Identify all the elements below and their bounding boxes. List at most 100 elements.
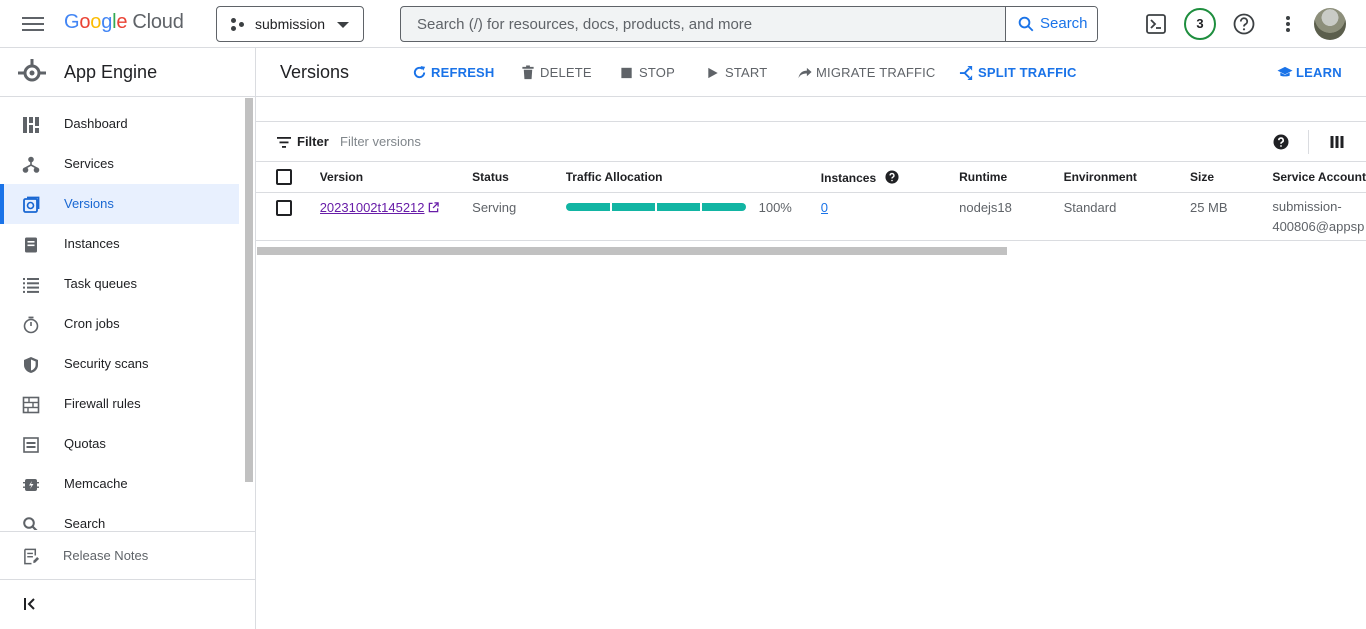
school-icon xyxy=(1277,66,1293,77)
app-engine-icon xyxy=(18,59,46,82)
sidebar-item-label: Search xyxy=(64,516,106,530)
traffic-percentage: 100% xyxy=(758,199,792,215)
sidebar-item-label: Instances xyxy=(64,236,120,251)
release-notes-icon xyxy=(24,548,40,565)
filter-input[interactable] xyxy=(340,130,740,152)
status-text: Serving xyxy=(472,192,566,241)
column-header-traffic[interactable]: Traffic Allocation xyxy=(565,163,821,193)
start-button[interactable]: START xyxy=(706,64,776,82)
sidebar-item-label: Memcache xyxy=(64,476,128,491)
column-header-runtime[interactable]: Runtime xyxy=(959,163,1064,193)
size-text: 25 MB xyxy=(1189,192,1273,241)
sidebar-item-label: Versions xyxy=(64,196,114,211)
divider xyxy=(1308,130,1309,154)
filter-bar: Filter xyxy=(256,122,1366,162)
release-notes-link[interactable]: Release Notes xyxy=(0,531,255,580)
menu-icon[interactable] xyxy=(22,14,44,34)
column-display-icon[interactable] xyxy=(1330,135,1344,149)
sidebar-item-memcache[interactable]: Memcache xyxy=(0,464,239,504)
column-header-status[interactable]: Status xyxy=(472,163,566,193)
release-notes-label: Release Notes xyxy=(63,548,149,563)
services-icon xyxy=(22,156,40,173)
refresh-button[interactable]: REFRESH xyxy=(412,64,494,82)
sidebar-item-label: Cron jobs xyxy=(64,316,120,331)
sidebar-item-security-scans[interactable]: Security scans xyxy=(0,344,239,384)
firewall-rules-icon xyxy=(22,396,40,414)
sidebar-item-search[interactable]: Search xyxy=(0,504,239,530)
quotas-icon xyxy=(23,437,39,453)
sidebar-header: App Engine xyxy=(0,48,255,97)
row-checkbox[interactable] xyxy=(276,199,292,216)
top-bar: GoogleCloud submission Search 3 xyxy=(0,0,1366,48)
open-in-new-icon[interactable] xyxy=(428,201,439,213)
delete-button[interactable]: DELETE xyxy=(521,64,592,82)
filter-label: Filter xyxy=(297,134,329,149)
split-traffic-button[interactable]: SPLIT TRAFFIC xyxy=(959,64,1079,82)
service-account-line-2: 400806@appsp xyxy=(1272,218,1365,234)
action-toolbar: Versions REFRESH DELETE STOP START MIGRA… xyxy=(256,48,1366,97)
table-help-icon[interactable] xyxy=(1273,134,1289,150)
instances-icon xyxy=(25,237,37,253)
delete-icon xyxy=(522,65,534,80)
instances-help-icon[interactable] xyxy=(885,170,900,184)
stop-button[interactable]: STOP xyxy=(620,64,680,82)
column-header-version[interactable]: Version xyxy=(319,163,473,193)
search-input[interactable] xyxy=(401,7,1005,41)
collapse-sidebar-icon[interactable] xyxy=(22,596,42,612)
cron-jobs-icon xyxy=(23,316,39,334)
sidebar-item-firewall-rules[interactable]: Firewall rules xyxy=(0,384,239,424)
versions-table: Version Status Traffic Allocation Instan… xyxy=(256,163,1366,241)
versions-icon xyxy=(23,196,40,213)
sidebar-item-label: Dashboard xyxy=(64,116,128,131)
project-name: submission xyxy=(255,16,326,32)
cloud-shell-icon[interactable] xyxy=(1142,10,1170,38)
migrate-traffic-button[interactable]: MIGRATE TRAFFIC xyxy=(797,64,937,82)
sidebar-item-cron-jobs[interactable]: Cron jobs xyxy=(0,304,239,344)
google-cloud-logo[interactable]: Google Cloud xyxy=(64,11,184,34)
runtime-text: nodejs18 xyxy=(959,192,1064,241)
project-picker[interactable]: submission xyxy=(216,6,364,42)
start-icon xyxy=(708,67,718,79)
sidebar-nav: Dashboard Services Versions Instances Ta… xyxy=(0,98,244,530)
instances-count-link[interactable]: 0 xyxy=(821,200,828,215)
help-icon[interactable] xyxy=(1230,10,1258,38)
sidebar-item-label: Firewall rules xyxy=(64,396,141,411)
sidebar-item-label: Quotas xyxy=(64,436,106,451)
avatar[interactable] xyxy=(1314,8,1346,40)
filter-icon xyxy=(277,137,291,148)
search-bar: Search xyxy=(400,6,1098,42)
sidebar-item-dashboard[interactable]: Dashboard xyxy=(0,104,239,144)
column-header-instances-label: Instances xyxy=(820,170,877,185)
learn-button[interactable]: LEARN xyxy=(1277,64,1347,82)
select-all-checkbox[interactable] xyxy=(276,169,292,186)
traffic-allocation-cell: 100% xyxy=(565,192,821,241)
task-queues-icon xyxy=(23,278,39,293)
table-horizontal-scrollbar[interactable] xyxy=(257,247,1007,255)
version-link[interactable]: 20231002t145212 xyxy=(320,200,425,215)
environment-text: Standard xyxy=(1063,192,1190,241)
page-title: Versions xyxy=(280,62,350,82)
sidebar-item-instances[interactable]: Instances xyxy=(0,224,239,264)
sidebar-item-versions[interactable]: Versions xyxy=(0,184,239,224)
product-title: App Engine xyxy=(64,62,158,82)
column-header-size[interactable]: Size xyxy=(1189,163,1273,193)
sidebar-item-label: Services xyxy=(64,156,114,171)
sidebar-item-task-queues[interactable]: Task queues xyxy=(0,264,239,304)
project-dots-icon xyxy=(231,18,245,32)
search-button[interactable]: Search xyxy=(1005,7,1097,41)
search-icon xyxy=(1018,16,1034,32)
stop-icon xyxy=(621,67,632,79)
notification-badge[interactable]: 3 xyxy=(1184,8,1216,40)
sidebar-scrollbar[interactable] xyxy=(245,98,253,482)
sidebar-item-label: Task queues xyxy=(64,276,137,291)
sidebar-item-quotas[interactable]: Quotas xyxy=(0,424,239,464)
more-vert-icon[interactable] xyxy=(1274,10,1302,38)
refresh-icon xyxy=(413,65,426,79)
sidebar-item-services[interactable]: Services xyxy=(0,144,239,184)
migrate-traffic-icon xyxy=(798,67,812,79)
column-header-instances[interactable]: Instances xyxy=(820,163,960,193)
column-header-environment[interactable]: Environment xyxy=(1063,163,1190,193)
memcache-icon xyxy=(23,479,39,491)
split-traffic-icon xyxy=(959,65,973,81)
column-header-service-account[interactable]: Service Account xyxy=(1272,163,1366,193)
